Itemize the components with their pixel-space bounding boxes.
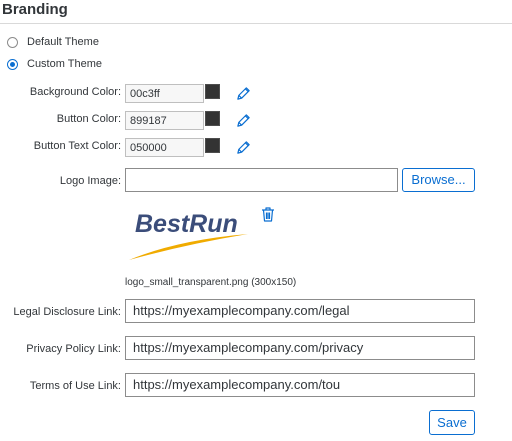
save-button[interactable]: Save [429,410,475,435]
button-color-swatch[interactable] [205,111,220,126]
pencil-icon[interactable] [236,113,251,128]
section-divider [0,23,512,24]
privacy-link-label: Privacy Policy Link: [26,343,121,355]
button-text-color-label: Button Text Color: [33,140,121,152]
logo-image-label: Logo Image: [59,175,121,187]
browse-button[interactable]: Browse... [402,168,475,192]
trash-icon[interactable] [261,207,275,222]
legal-link-input[interactable]: https://myexamplecompany.com/legal [125,299,475,323]
section-title: Branding [2,1,68,18]
radio-default-theme-label: Default Theme [27,36,99,48]
radio-default-theme-circle[interactable] [7,36,18,48]
terms-link-label: Terms of Use Link: [29,380,121,392]
bestrun-logo: BestRun [129,210,248,260]
privacy-link-input[interactable]: https://myexamplecompany.com/privacy [125,336,475,360]
radio-custom-theme-label: Custom Theme [27,58,102,70]
background-color-label: Background Color: [29,86,121,98]
pencil-icon[interactable] [236,140,251,155]
bestrun-logo-text: BestRun [135,210,238,238]
background-color-swatch[interactable] [205,84,220,99]
logo-preview: BestRun [127,202,252,264]
radio-custom-theme[interactable]: Custom Theme [7,58,102,70]
radio-default-theme[interactable]: Default Theme [7,36,99,48]
legal-link-label: Legal Disclosure Link: [13,306,121,318]
button-color-label: Button Color: [56,113,121,125]
terms-link-input[interactable]: https://myexamplecompany.com/tou [125,373,475,397]
button-text-color-swatch[interactable] [205,138,220,153]
pencil-icon[interactable] [236,86,251,101]
button-text-color-input[interactable]: 050000 [125,138,204,157]
logo-caption: logo_small_transparent.png (300x150) [125,277,297,288]
logo-image-input[interactable] [125,168,398,192]
button-color-input[interactable]: 899187 [125,111,204,130]
background-color-input[interactable]: 00c3ff [125,84,204,103]
radio-custom-theme-circle[interactable] [7,58,18,70]
